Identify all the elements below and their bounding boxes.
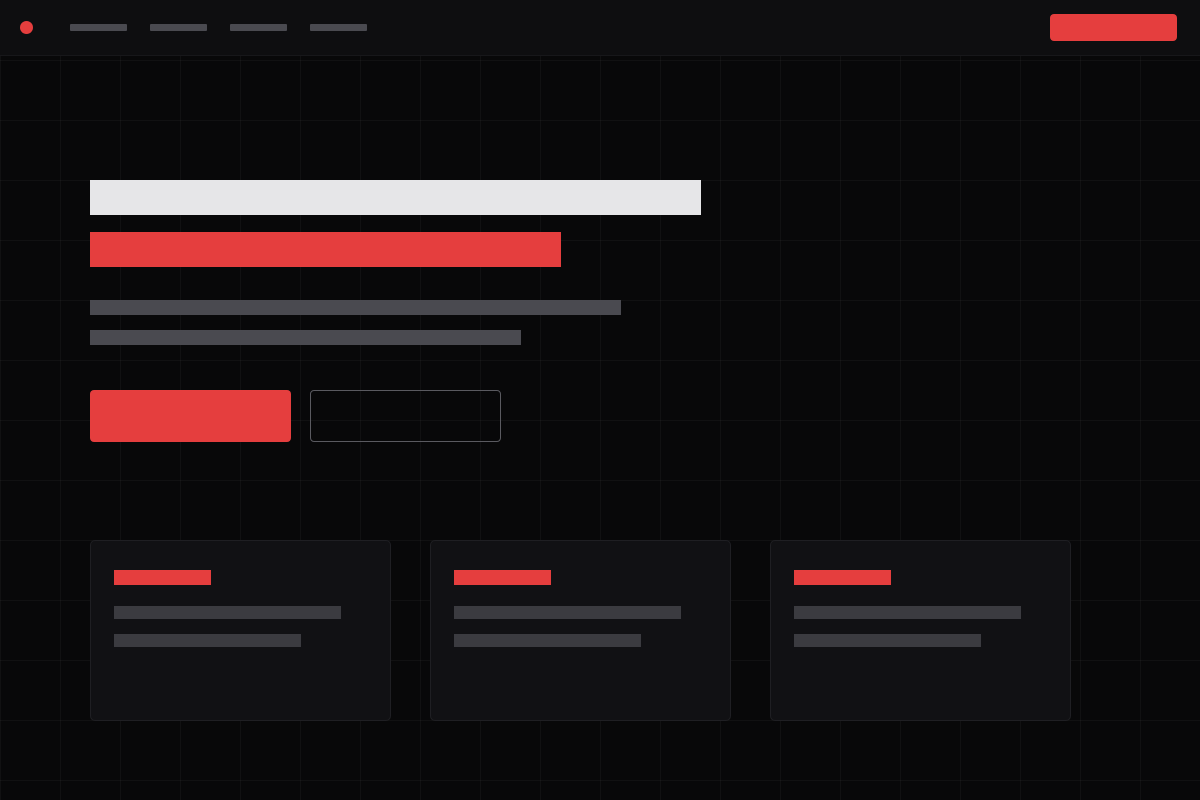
feature-card-text-line-1 — [794, 606, 1021, 619]
feature-card-1[interactable] — [90, 540, 391, 721]
feature-card-text-line-1 — [454, 606, 681, 619]
top-navbar — [0, 0, 1200, 56]
feature-card-title — [794, 570, 891, 585]
nav-cta-button[interactable] — [1050, 14, 1177, 41]
hero-secondary-button[interactable] — [310, 390, 501, 442]
nav-link-2[interactable] — [150, 24, 207, 31]
landing-page — [0, 0, 1200, 800]
feature-card-title — [114, 570, 211, 585]
feature-card-3[interactable] — [770, 540, 1071, 721]
hero-heading-line-2 — [90, 232, 561, 267]
feature-card-text-line-1 — [114, 606, 341, 619]
logo-dot-icon[interactable] — [20, 21, 33, 34]
hero-primary-button[interactable] — [90, 390, 291, 442]
nav-link-1[interactable] — [70, 24, 127, 31]
feature-card-title — [454, 570, 551, 585]
nav-link-3[interactable] — [230, 24, 287, 31]
feature-card-text-line-2 — [114, 634, 301, 647]
feature-card-text-line-2 — [794, 634, 981, 647]
feature-card-text-line-2 — [454, 634, 641, 647]
nav-link-4[interactable] — [310, 24, 367, 31]
feature-card-2[interactable] — [430, 540, 731, 721]
hero-paragraph-line-1 — [90, 300, 621, 315]
hero-paragraph-line-2 — [90, 330, 521, 345]
hero-heading-line-1 — [90, 180, 701, 215]
